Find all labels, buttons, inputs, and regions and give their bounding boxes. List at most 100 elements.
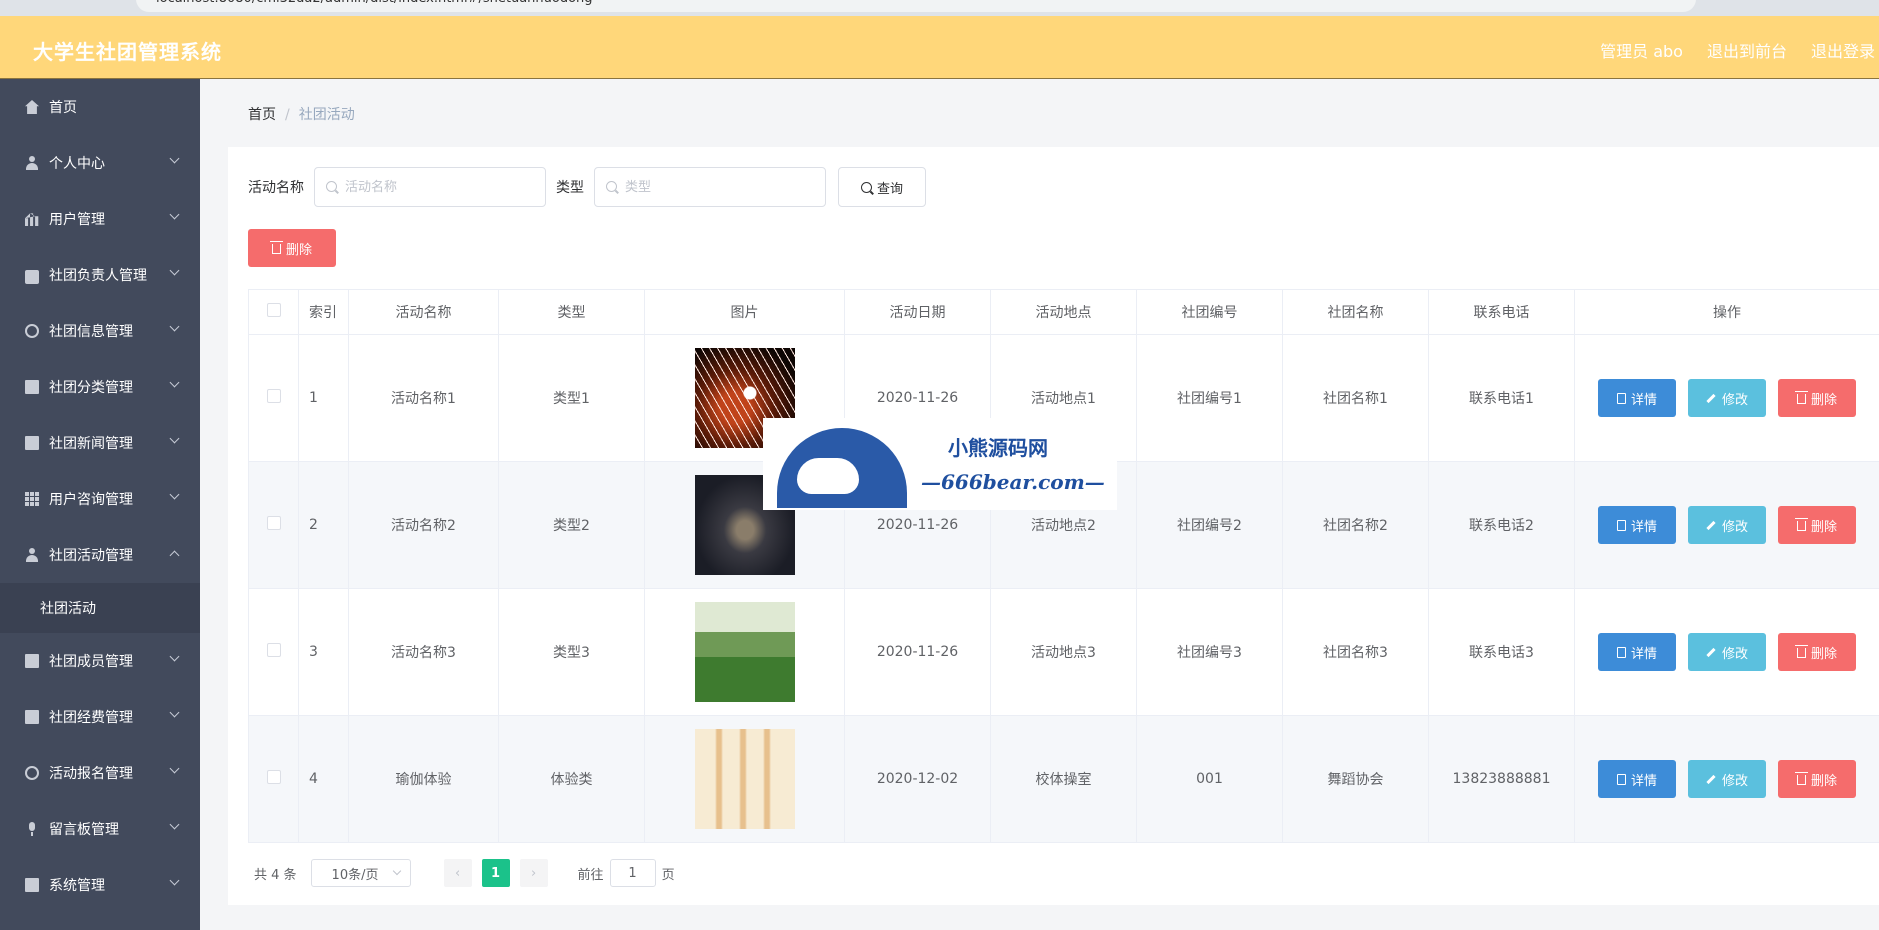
user-icon: [25, 548, 39, 562]
bulk-delete-label: 删除: [285, 242, 312, 258]
row-select-cell: [248, 334, 299, 462]
next-page-button[interactable]: ›: [519, 859, 548, 887]
top-header: 大学生社团管理系统 管理员 abo 退出到前台 退出登录: [0, 16, 1879, 79]
sidebar-item-consult[interactable]: 用户咨询管理: [0, 471, 200, 527]
url-field[interactable]: localhost:8080/cmi32da2/admin/dist/index…: [136, 0, 1696, 12]
watermark-line1: 小熊源码网: [948, 436, 1048, 460]
edit-button[interactable]: 修改: [1688, 506, 1766, 544]
sidebar-item-label: 社团信息管理: [49, 324, 133, 340]
sidebar-item-club-news[interactable]: 社团新闻管理: [0, 415, 200, 471]
column-header: 索引: [298, 289, 349, 335]
row-activity-name: 活动名称1: [348, 334, 499, 462]
detail-button[interactable]: 详情: [1598, 760, 1676, 798]
row-club-name: 社团名称3: [1282, 588, 1429, 716]
goto-label: 前往: [577, 867, 604, 883]
grid-icon: [25, 492, 39, 506]
detail-button[interactable]: 详情: [1598, 379, 1676, 417]
rugby-field-image: [694, 602, 795, 702]
trash-icon: [269, 241, 283, 254]
detail-label: 详情: [1630, 519, 1657, 535]
activity-table: 索引 活动名称 类型 图片 活动日期 活动地点 社团编号 社团名称 联系电话 操…: [248, 289, 1879, 843]
row-actions: 详情 修改 删除: [1574, 715, 1879, 843]
activity-name-input-wrap: [314, 167, 546, 207]
search-icon: [326, 181, 337, 192]
breadcrumb-separator: /: [285, 107, 290, 123]
sidebar-item-club-leaders[interactable]: 社团负责人管理: [0, 247, 200, 303]
sidebar-subitem-label: 社团活动: [40, 601, 96, 617]
row-date: 2020-12-02: [844, 715, 991, 843]
sidebar-item-system[interactable]: 系统管理: [0, 857, 200, 913]
sidebar-item-home[interactable]: 首页: [0, 79, 200, 135]
edit-button[interactable]: 修改: [1688, 379, 1766, 417]
row-club-name: 社团名称2: [1282, 461, 1429, 589]
row-phone: 联系电话3: [1428, 588, 1575, 716]
row-checkbox[interactable]: [266, 643, 281, 657]
goto-page-input[interactable]: 1: [609, 859, 656, 887]
content-card: 活动名称 类型 查询 删除: [228, 147, 1879, 905]
detail-label: 详情: [1630, 646, 1657, 662]
row-checkbox[interactable]: [266, 516, 281, 530]
sidebar-item-club-info[interactable]: 社团信息管理: [0, 303, 200, 359]
row-checkbox[interactable]: [266, 770, 281, 784]
sidebar-item-label: 个人中心: [49, 156, 105, 172]
detail-button[interactable]: 详情: [1598, 506, 1676, 544]
chevron-down-icon: [169, 875, 180, 886]
monitor-icon: [25, 380, 39, 394]
bulk-delete-button[interactable]: 删除: [248, 229, 336, 267]
row-type: 类型2: [498, 461, 645, 589]
breadcrumb-home[interactable]: 首页: [248, 107, 276, 123]
sidebar-item-club-funds[interactable]: 社团经费管理: [0, 689, 200, 745]
delete-button[interactable]: 删除: [1778, 506, 1856, 544]
type-input[interactable]: [595, 168, 825, 206]
sidebar-item-users[interactable]: 用户管理: [0, 191, 200, 247]
sidebar-item-club-members[interactable]: 社团成员管理: [0, 633, 200, 689]
edit-button[interactable]: 修改: [1688, 760, 1766, 798]
page-number-label: 1: [491, 865, 501, 881]
delete-button[interactable]: 删除: [1778, 760, 1856, 798]
row-type: 类型3: [498, 588, 645, 716]
sidebar-item-club-activity[interactable]: 社团活动管理: [0, 527, 200, 583]
edit-button[interactable]: 修改: [1688, 633, 1766, 671]
row-checkbox[interactable]: [266, 389, 281, 403]
sidebar-item-personal[interactable]: 个人中心: [0, 135, 200, 191]
logout-link[interactable]: 退出登录: [1811, 38, 1875, 62]
briefcase-icon: [25, 269, 39, 284]
mic-icon: [25, 822, 39, 836]
query-button-label: 查询: [876, 181, 903, 197]
edit-label: 修改: [1721, 773, 1748, 789]
delete-label: 删除: [1810, 392, 1837, 408]
document-icon: [1616, 392, 1626, 404]
prev-page-button[interactable]: ‹: [443, 859, 472, 887]
breadcrumb: 首页 / 社团活动: [248, 104, 355, 124]
chevron-down-icon: [169, 433, 180, 444]
chevron-down-icon: [392, 866, 401, 876]
row-image-cell: [644, 588, 845, 716]
query-button[interactable]: 查询: [838, 167, 926, 207]
activity-name-input[interactable]: [315, 168, 545, 206]
row-select-cell: [248, 715, 299, 843]
select-all-checkbox[interactable]: [266, 303, 281, 317]
detail-label: 详情: [1630, 392, 1657, 408]
edit-label: 修改: [1721, 646, 1748, 662]
row-type: 类型1: [498, 334, 645, 462]
trash-icon: [1794, 391, 1808, 404]
browser-address-bar: localhost:8080/cmi32da2/admin/dist/index…: [0, 0, 1879, 16]
exit-to-front-link[interactable]: 退出到前台: [1707, 38, 1787, 62]
delete-button[interactable]: 删除: [1778, 633, 1856, 671]
page-size-select[interactable]: 10条/页: [310, 859, 411, 887]
sidebar-item-signup[interactable]: 活动报名管理: [0, 745, 200, 801]
breadcrumb-current: 社团活动: [298, 107, 355, 123]
sidebar-item-label: 社团活动管理: [49, 548, 133, 564]
sidebar-item-club-category[interactable]: 社团分类管理: [0, 359, 200, 415]
row-phone: 联系电话2: [1428, 461, 1575, 589]
page-number-button[interactable]: 1: [481, 859, 510, 887]
chevron-down-icon: [169, 763, 180, 774]
row-phone: 13823888881: [1428, 715, 1575, 843]
row-club-no: 社团编号2: [1136, 461, 1283, 589]
sidebar-item-guestbook[interactable]: 留言板管理: [0, 801, 200, 857]
delete-button[interactable]: 删除: [1778, 379, 1856, 417]
row-club-no: 社团编号3: [1136, 588, 1283, 716]
sidebar-subitem-club-activity[interactable]: 社团活动: [0, 583, 200, 633]
detail-button[interactable]: 详情: [1598, 633, 1676, 671]
sidebar-item-label: 用户管理: [49, 212, 105, 228]
